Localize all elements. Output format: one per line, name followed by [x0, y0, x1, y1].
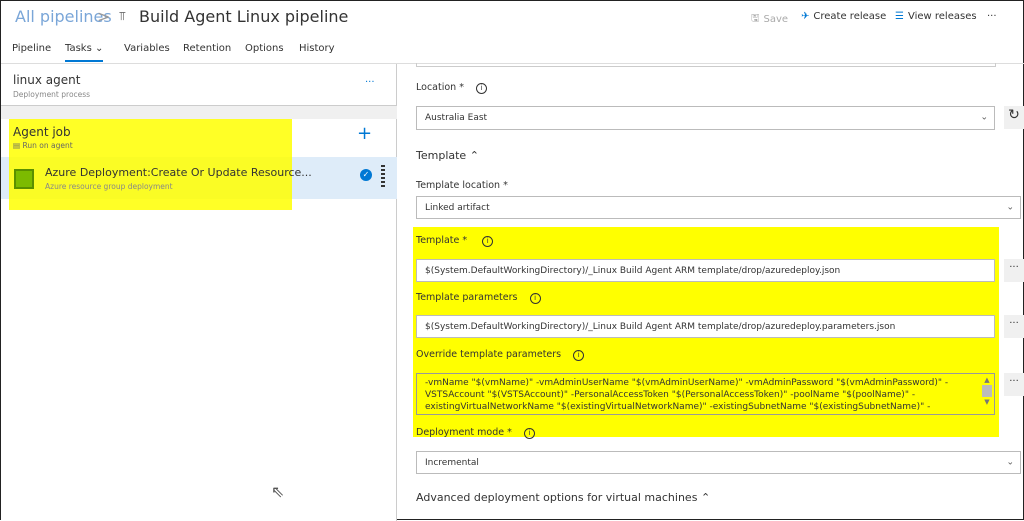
deployment-mode-select[interactable]: Incremental ⌄ — [416, 451, 1021, 474]
override-edit-button[interactable]: ··· — [1004, 373, 1024, 396]
drag-handle[interactable] — [381, 165, 385, 187]
info-icon[interactable]: i — [482, 236, 494, 247]
process-name: linux agent — [13, 73, 81, 87]
view-releases-button[interactable]: ☰ View releases — [895, 11, 977, 22]
tab-retention[interactable]: Retention — [183, 43, 231, 54]
server-icon: ▤ — [13, 141, 21, 150]
tab-options[interactable]: Options — [245, 43, 284, 54]
template-parameters-label: Template parameters i — [416, 292, 541, 304]
tab-pipeline[interactable]: Pipeline — [12, 43, 51, 54]
page-title: Build Agent Linux pipeline — [139, 7, 349, 26]
agent-job-title[interactable]: Agent job — [13, 125, 71, 139]
template-location-select[interactable]: Linked artifact ⌄ — [416, 196, 1021, 219]
override-label: Override template parameters i — [416, 349, 585, 361]
tab-variables[interactable]: Variables — [124, 43, 170, 54]
mouse-cursor-icon: ⇖ — [271, 482, 285, 501]
agent-job-subtitle: ▤ Run on agent — [13, 141, 73, 150]
add-task-button[interactable]: + — [357, 123, 372, 144]
chevron-down-icon: ⌄ — [1006, 457, 1014, 467]
location-label: Location * i — [416, 82, 488, 94]
breadcrumb-separator: > — [97, 7, 111, 26]
more-actions-button[interactable]: ··· — [987, 11, 997, 22]
check-icon: ✓ — [360, 169, 372, 181]
rocket-icon: ✈ — [801, 11, 810, 22]
chevron-up-icon: ⌃ — [469, 149, 479, 162]
tab-tasks[interactable]: Tasks ⌄ — [65, 43, 104, 62]
textarea-scrollbar[interactable]: ▲ ▼ — [981, 376, 993, 412]
template-section-toggle[interactable]: Template ⌃ — [416, 149, 479, 162]
info-icon[interactable]: i — [573, 350, 585, 361]
tab-history[interactable]: History — [299, 43, 335, 54]
info-icon[interactable]: i — [476, 83, 488, 94]
template-location-label: Template location * — [416, 180, 508, 191]
chevron-down-icon: ⌄ — [1006, 202, 1014, 212]
process-more-button[interactable]: ··· — [365, 77, 375, 88]
chevron-down-icon: ⌄ — [94, 43, 104, 54]
template-parameters-input[interactable]: $(System.DefaultWorkingDirectory)/_Linux… — [416, 315, 995, 338]
location-select[interactable]: Australia East ⌄ — [416, 106, 995, 130]
chevron-up-icon: ⌃ — [700, 491, 711, 504]
info-icon[interactable]: i — [529, 293, 541, 304]
deployment-mode-label: Deployment mode * i — [416, 427, 535, 439]
previous-field — [416, 63, 996, 67]
parameters-browse-button[interactable]: ··· — [1004, 315, 1024, 338]
advanced-options-toggle[interactable]: Advanced deployment options for virtual … — [416, 491, 710, 504]
template-input[interactable]: $(System.DefaultWorkingDirectory)/_Linux… — [416, 259, 995, 282]
override-textarea[interactable]: -vmName "$(vmName)" -vmAdminUserName "$(… — [416, 373, 995, 415]
list-icon: ☰ — [895, 11, 904, 22]
template-browse-button[interactable]: ··· — [1004, 259, 1024, 282]
spacer — [1, 105, 397, 119]
resource-group-icon — [14, 169, 34, 189]
refresh-button[interactable]: ↻ — [1004, 106, 1024, 129]
process-subtitle: Deployment process — [13, 90, 91, 99]
refresh-icon: ↻ — [1008, 107, 1020, 123]
task-title[interactable]: Azure Deployment:Create Or Update Resour… — [45, 166, 312, 179]
task-subtitle: Azure resource group deployment — [45, 182, 173, 191]
pipeline-icon: ⫪ — [119, 9, 126, 23]
save-button[interactable]: 🖫 Save — [751, 11, 788, 28]
info-icon[interactable]: i — [523, 428, 535, 439]
create-release-button[interactable]: ✈ Create release — [801, 11, 886, 22]
save-icon: 🖫 — [751, 13, 760, 24]
chevron-down-icon: ⌄ — [980, 112, 988, 123]
template-label: Template * i — [416, 235, 494, 247]
